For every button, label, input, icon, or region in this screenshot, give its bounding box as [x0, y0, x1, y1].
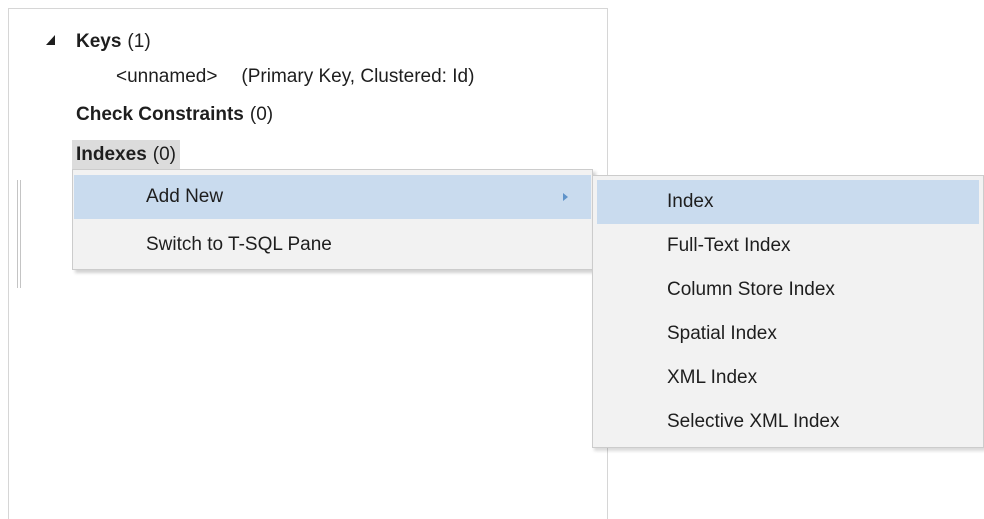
check-constraints-count: (0) [249, 104, 274, 125]
submenu-item-label: Selective XML Index [667, 411, 840, 432]
submenu-item-column-store-index[interactable]: Column Store Index [597, 268, 979, 312]
submenu-item-full-text-index[interactable]: Full-Text Index [597, 224, 979, 268]
submenu-item-label: Full-Text Index [667, 235, 791, 256]
tree-node-indexes[interactable]: Indexes (0) [72, 140, 180, 169]
submenu-item-label: Index [667, 191, 714, 212]
submenu-item-label: Spatial Index [667, 323, 777, 344]
tree-node-check-constraints[interactable]: Check Constraints (0) [76, 101, 273, 129]
indexes-count: (0) [152, 144, 176, 165]
submenu-item-label: XML Index [667, 367, 758, 388]
menu-item-label: Switch to T-SQL Pane [146, 234, 332, 255]
tree-node-unnamed-key[interactable]: <unnamed> (Primary Key, Clustered: Id) [116, 63, 474, 91]
check-constraints-label: Check Constraints [76, 104, 244, 125]
submenu-item-selective-xml-index[interactable]: Selective XML Index [597, 400, 979, 444]
submenu-item-spatial-index[interactable]: Spatial Index [597, 312, 979, 356]
menu-item-add-new[interactable]: Add New [74, 175, 591, 219]
tree-node-keys[interactable]: Keys (1) [76, 28, 151, 56]
add-new-submenu: Index Full-Text Index Column Store Index… [592, 175, 984, 448]
pane-splitter[interactable] [17, 180, 21, 288]
submenu-item-index[interactable]: Index [597, 180, 979, 224]
indexes-label: Indexes [76, 144, 147, 165]
submenu-item-label: Column Store Index [667, 279, 835, 300]
collapse-triangle-icon[interactable] [45, 32, 57, 48]
menu-item-label: Add New [146, 186, 224, 207]
keys-label: Keys [76, 31, 122, 52]
keys-count: (1) [127, 31, 151, 52]
menu-item-switch-to-tsql-pane[interactable]: Switch to T-SQL Pane [74, 223, 591, 267]
submenu-item-xml-index[interactable]: XML Index [597, 356, 979, 400]
key-detail: (Primary Key, Clustered: Id) [241, 66, 475, 87]
submenu-arrow-icon [563, 193, 568, 201]
context-menu: Add New Switch to T-SQL Pane [72, 169, 593, 270]
key-name: <unnamed> [116, 66, 218, 87]
